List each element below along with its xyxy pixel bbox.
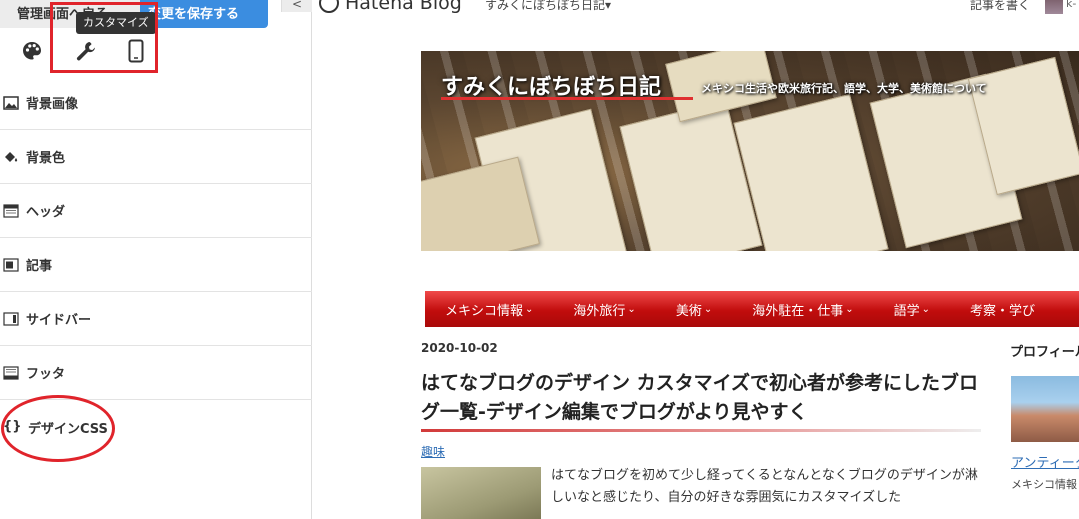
menu-item-label: 記事 (26, 259, 53, 274)
blog-header-image[interactable]: すみくにぼちぼち日記 メキシコ生活や欧米旅行記、語学、大学、美術館について (421, 51, 1079, 251)
blog-title-underline (441, 97, 693, 100)
nav-label: 語学 (893, 303, 920, 319)
nav-item-study[interactable]: 考察・学び (970, 300, 1035, 319)
menu-item-label: 背景画像 (26, 97, 79, 112)
blog-preview: Hatena Blog すみくにぼちぼち日記▾ 記事を書く k- すみくにぼちぼ… (313, 0, 1079, 519)
menu-item-background-image[interactable]: 背景画像 (0, 76, 312, 130)
profile-link[interactable]: アンティーク (1011, 452, 1079, 471)
save-changes-label: 変更を保存する (148, 7, 240, 22)
post-date: 2020-10-02 (421, 341, 498, 355)
annotation-rectangle (50, 2, 158, 73)
menu-item-footer[interactable]: フッタ (0, 346, 312, 400)
profile-text: メキシコ情報 語学、美術 (1011, 478, 1079, 491)
title-divider (421, 429, 981, 432)
post-thumbnail[interactable] (421, 467, 541, 519)
article-layout-icon (3, 257, 19, 272)
chevron-down-icon: ⌄ (703, 303, 713, 315)
menu-item-background-color[interactable]: 背景色 (0, 130, 312, 184)
save-changes-button[interactable]: 変更を保存する (140, 0, 268, 28)
hatena-global-header: Hatena Blog すみくにぼちぼち日記▾ 記事を書く k- (313, 0, 1079, 18)
nav-label: 海外駐在・仕事 (752, 303, 844, 319)
image-icon (3, 95, 19, 110)
chevron-down-icon: ⌄ (921, 303, 931, 315)
menu-item-label: 背景色 (26, 151, 66, 166)
post-title[interactable]: はてなブログのデザイン カスタマイズで初心者が参考にしたブログ一覧-デザイン編集… (421, 369, 981, 427)
user-name[interactable]: k- (1066, 0, 1076, 10)
chevron-down-icon: ⌄ (845, 303, 854, 315)
palette-icon[interactable] (18, 37, 46, 65)
sidebar-profile-heading: プロフィール (1010, 345, 1079, 360)
footer-layout-icon (3, 365, 19, 380)
chevron-down-icon: ⌄ (627, 303, 636, 315)
header-layout-icon (3, 203, 19, 218)
blog-description: メキシコ生活や欧米旅行記、語学、大学、美術館について (701, 82, 987, 95)
chevron-down-icon: ⌄ (525, 303, 534, 315)
menu-item-article[interactable]: 記事 (0, 238, 312, 292)
nav-item-mexico[interactable]: メキシコ情報 ⌄ (445, 300, 533, 319)
annotation-ellipse (1, 395, 115, 462)
nav-label: 考察・学び (970, 303, 1036, 319)
customize-panel: 管理画面へ戻る 変更を保存する < カスタマイズ 背景画像 背景色 ヘッダ 記事… (0, 0, 312, 519)
nav-label: 海外旅行 (573, 303, 626, 319)
post-category-link[interactable]: 趣味 (421, 443, 445, 460)
nav-item-work-abroad[interactable]: 海外駐在・仕事 ⌄ (752, 300, 853, 319)
sidebar-layout-icon (3, 311, 19, 326)
menu-item-label: フッタ (26, 367, 66, 382)
profile-photo[interactable] (1011, 376, 1079, 442)
user-avatar[interactable] (1045, 0, 1063, 14)
hatena-logo-text: Hatena Blog (345, 0, 462, 14)
paint-bucket-icon (3, 150, 19, 164)
menu-item-header[interactable]: ヘッダ (0, 184, 312, 238)
collapse-panel-button[interactable]: < (281, 0, 312, 12)
menu-item-label: ヘッダ (26, 205, 66, 220)
blog-switcher[interactable]: すみくにぼちぼち日記▾ (485, 0, 611, 13)
menu-item-label: サイドバー (26, 313, 92, 328)
nav-item-language[interactable]: 語学 ⌄ (894, 300, 930, 319)
nav-label: メキシコ情報 (445, 303, 524, 319)
nav-item-overseas-travel[interactable]: 海外旅行 ⌄ (573, 300, 635, 319)
global-navigation: メキシコ情報 ⌄ 海外旅行 ⌄ 美術 ⌄ 海外駐在・仕事 ⌄ 語学 ⌄ 考察・学び (425, 291, 1079, 327)
hatena-logo-icon (319, 0, 339, 13)
nav-item-art[interactable]: 美術 ⌄ (676, 300, 712, 319)
post-excerpt: はてなブログを初めて少し経ってくるとなんとなくブログのデザインが淋しいなと感じた… (551, 468, 978, 505)
write-article-link[interactable]: 記事を書く (970, 0, 1030, 13)
nav-label: 美術 (675, 303, 702, 319)
hatena-blog-logo[interactable]: Hatena Blog (319, 0, 462, 14)
menu-item-sidebar[interactable]: サイドバー (0, 292, 312, 346)
